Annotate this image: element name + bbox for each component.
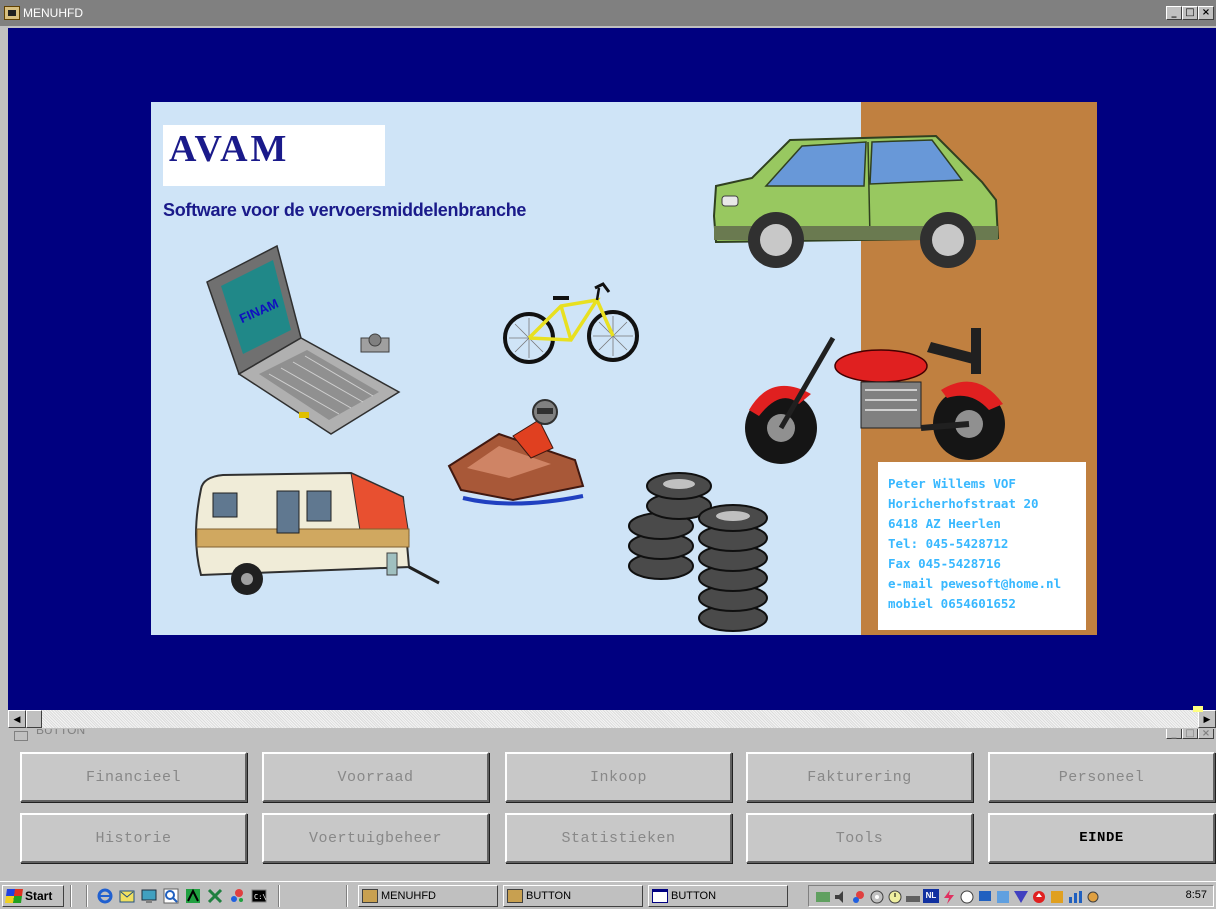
- modem-icon[interactable]: [905, 889, 921, 905]
- close-button[interactable]: ×: [1198, 729, 1214, 739]
- contact-info-box: Peter Willems VOF Horicherhofstraat 20 6…: [878, 462, 1086, 630]
- scroll-left-arrow-icon[interactable]: ◀: [8, 710, 26, 728]
- motorcycle-illustration: [745, 328, 1005, 464]
- contact-phone: Tel: 045-5428712: [888, 536, 1009, 551]
- command-prompt-icon[interactable]: C:\: [251, 888, 267, 904]
- jetski-illustration: [447, 399, 585, 506]
- contact-street: Horicherhofstraat 20: [888, 496, 1039, 511]
- settings-icon[interactable]: [1085, 889, 1101, 905]
- clock[interactable]: 8:57: [1186, 889, 1207, 901]
- personeel-button[interactable]: Personeel: [988, 752, 1215, 802]
- filter-icon[interactable]: [1013, 889, 1029, 905]
- paint-icon[interactable]: [851, 889, 867, 905]
- caravan-illustration: [195, 471, 440, 595]
- scrollbar-thumb[interactable]: [26, 710, 42, 728]
- button-window-titlebar[interactable]: BUTTON _ □ ×: [8, 729, 1216, 743]
- taskbar-separator: [346, 885, 348, 907]
- window-icon: [652, 889, 668, 903]
- antivirus-icon[interactable]: [959, 889, 975, 905]
- contact-fax: Fax 045-5428716: [888, 556, 1001, 571]
- taskbar-separator: [278, 885, 280, 907]
- windows-logo-icon: [5, 889, 23, 903]
- scheduler-icon[interactable]: [995, 889, 1011, 905]
- main-client-area: AVAM Software voor de vervoersmiddelenbr…: [8, 28, 1216, 710]
- taskbar-separator: [70, 885, 72, 907]
- language-indicator[interactable]: NL: [923, 889, 939, 903]
- close-button[interactable]: ×: [1198, 6, 1214, 20]
- minimize-button[interactable]: _: [1166, 729, 1182, 739]
- contact-city: 6418 AZ Heerlen: [888, 516, 1001, 531]
- network-icon[interactable]: [185, 888, 201, 904]
- task-button-2[interactable]: BUTTON: [648, 885, 788, 907]
- bicycle-illustration: [503, 282, 639, 364]
- speaker-icon[interactable]: [833, 889, 849, 905]
- logo-box: AVAM: [163, 125, 385, 186]
- internet-explorer-icon[interactable]: [97, 888, 113, 904]
- task-button-1[interactable]: BUTTON: [503, 885, 643, 907]
- window-icon: [14, 731, 28, 741]
- search-icon[interactable]: [163, 888, 179, 904]
- clock-icon[interactable]: [887, 889, 903, 905]
- main-window-title: MENUHFD: [23, 6, 83, 20]
- update-icon[interactable]: [1031, 889, 1047, 905]
- einde-button[interactable]: EINDE: [988, 813, 1215, 863]
- task-label: MENUHFD: [381, 890, 436, 902]
- scroll-marker: [1193, 706, 1203, 712]
- app-icon: [4, 6, 20, 20]
- voorraad-button[interactable]: Voorraad: [262, 752, 489, 802]
- task-label: BUTTON: [526, 890, 572, 902]
- button-window: BUTTON _ □ × Financieel Voorraad Inkoop …: [8, 729, 1216, 879]
- scroll-right-arrow-icon[interactable]: ▶: [1198, 710, 1216, 728]
- avam-app-icon: [507, 889, 523, 903]
- maximize-button[interactable]: □: [1182, 729, 1198, 739]
- start-button[interactable]: Start: [2, 885, 64, 907]
- minimize-button[interactable]: _: [1166, 6, 1182, 20]
- lightning-icon[interactable]: [941, 889, 957, 905]
- laptop-illustration: FINAM: [206, 244, 401, 435]
- main-window: MENUHFD _ □ × AVAM Software voor de verv…: [0, 0, 1216, 730]
- inkoop-button[interactable]: Inkoop: [505, 752, 732, 802]
- contact-mobile: mobiel 0654601652: [888, 596, 1016, 611]
- taskbar: Start C:\ MENUHFD BUTTON BUTTON NL 8:57: [0, 881, 1216, 909]
- maximize-button[interactable]: □: [1182, 6, 1198, 20]
- contact-company: Peter Willems VOF: [888, 476, 1016, 491]
- cd-icon[interactable]: [869, 889, 885, 905]
- taskbar-separator: [86, 885, 88, 907]
- desktop-icon[interactable]: [141, 888, 157, 904]
- voertuigbeheer-button[interactable]: Voertuigbeheer: [262, 813, 489, 863]
- button-window-title: BUTTON: [36, 729, 86, 737]
- outlook-icon[interactable]: [119, 888, 135, 904]
- splash-panel: AVAM Software voor de vervoersmiddelenbr…: [151, 102, 1097, 635]
- tires-illustration: [628, 472, 768, 632]
- start-label: Start: [25, 889, 53, 903]
- historie-button[interactable]: Historie: [20, 813, 247, 863]
- statistieken-button[interactable]: Statistieken: [505, 813, 732, 863]
- tools-button[interactable]: Tools: [746, 813, 973, 863]
- fakturering-button[interactable]: Fakturering: [746, 752, 973, 802]
- financieel-button[interactable]: Financieel: [20, 752, 247, 802]
- display-settings-icon[interactable]: [815, 889, 831, 905]
- main-window-titlebar[interactable]: MENUHFD _ □ ×: [0, 0, 1216, 26]
- excel-icon[interactable]: [207, 888, 223, 904]
- messenger-icon[interactable]: [1049, 889, 1065, 905]
- avam-app-icon: [362, 889, 378, 903]
- app-logo: AVAM: [169, 128, 290, 170]
- svg-text:C:\: C:\: [254, 893, 267, 901]
- chart-icon[interactable]: [1067, 889, 1083, 905]
- system-tray: NL 8:57: [808, 885, 1214, 907]
- horizontal-scrollbar[interactable]: ◀ ▶: [8, 710, 1216, 728]
- paint-icon[interactable]: [229, 888, 245, 904]
- tagline: Software voor de vervoersmiddelenbranche: [163, 200, 527, 220]
- car-illustration: [712, 134, 1000, 268]
- task-menuhfd[interactable]: MENUHFD: [358, 885, 498, 907]
- contact-email: e-mail pewesoft@home.nl: [888, 576, 1062, 591]
- task-label: BUTTON: [671, 890, 717, 902]
- network-icon[interactable]: [977, 889, 993, 905]
